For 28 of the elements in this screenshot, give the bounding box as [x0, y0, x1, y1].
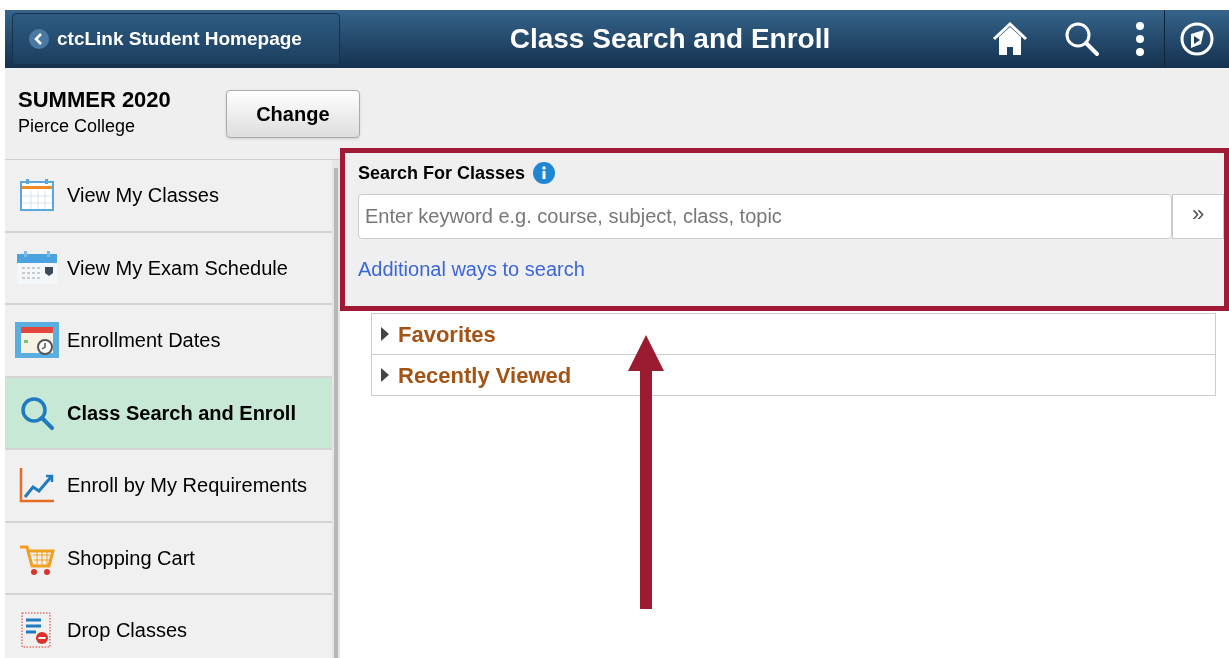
- line-chart-icon: [19, 467, 55, 504]
- calendar-icon: [16, 249, 58, 286]
- term-name: SUMMER 2020: [18, 87, 171, 113]
- back-button[interactable]: ctcLink Student Homepage: [12, 13, 340, 65]
- page-title: Class Search and Enroll: [509, 22, 831, 56]
- sidebar-item[interactable]: Class Search and Enroll: [5, 377, 332, 450]
- additional-search-link[interactable]: Additional ways to search: [358, 258, 585, 280]
- institution-name: Pierce College: [18, 115, 137, 138]
- search-label: Search For Classes: [358, 161, 526, 185]
- caret-right-icon: [380, 368, 390, 382]
- more-options-icon[interactable]: [1136, 22, 1144, 56]
- home-icon[interactable]: [992, 22, 1028, 56]
- drop-list-icon: [21, 612, 53, 649]
- accordion-header[interactable]: Recently Viewed: [371, 354, 1216, 396]
- sidebar-item[interactable]: View My Classes: [5, 160, 332, 233]
- calendar-clock-icon: [15, 322, 59, 359]
- search-icon: [19, 394, 55, 431]
- change-button[interactable]: Change: [225, 89, 360, 138]
- scrollbar[interactable]: [332, 160, 340, 658]
- info-icon[interactable]: [533, 162, 556, 184]
- keyword-search-field[interactable]: Enter keyword e.g. course, subject, class, topic: [358, 194, 1173, 239]
- search-icon[interactable]: [1064, 21, 1100, 57]
- chevron-left-icon: [29, 29, 49, 49]
- compass-icon[interactable]: [1179, 21, 1215, 57]
- search-submit-button[interactable]: »: [1172, 194, 1224, 239]
- caret-right-icon: [380, 327, 390, 341]
- calendar-icon: [20, 178, 54, 213]
- sidebar-item[interactable]: View My Exam Schedule: [5, 232, 332, 305]
